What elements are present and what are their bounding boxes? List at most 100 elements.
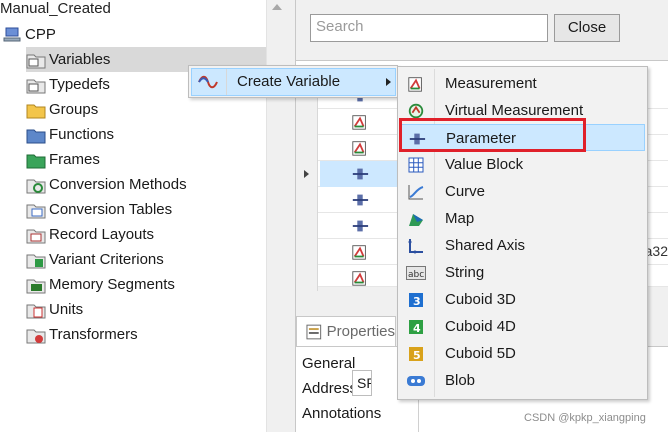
svg-text:4: 4 <box>413 322 421 335</box>
tree-item-variant-criterions[interactable]: Variant Criterions <box>26 247 164 272</box>
tree-item-label: Record Layouts <box>49 226 155 243</box>
row-selector[interactable] <box>296 187 318 213</box>
menu-item-label: Create Variable <box>237 73 341 90</box>
menu-item-label: Curve <box>445 183 486 200</box>
properties-item-general[interactable]: General <box>302 355 355 379</box>
functions-folder-icon <box>26 125 46 145</box>
tree-item-label: Conversion Methods <box>49 176 187 193</box>
menu-item-label: String <box>445 264 485 281</box>
tree-item-transformers[interactable]: Transformers <box>26 322 138 347</box>
menu-item-virtual-measurement[interactable]: Virtual Measurement <box>400 97 645 124</box>
typedefs-folder-icon <box>26 75 46 95</box>
create-variable-icon <box>198 75 218 89</box>
string-icon: abc <box>406 263 426 283</box>
measurement-icon <box>320 239 400 265</box>
menu-item-blob[interactable]: Blob <box>400 367 645 394</box>
row-selector[interactable] <box>296 265 318 291</box>
properties-item-annotations[interactable]: Annotations <box>302 405 381 429</box>
parameter-icon <box>320 213 400 239</box>
menu-item-shared-axis[interactable]: Shared Axis <box>400 232 645 259</box>
row-selector[interactable] <box>296 135 318 161</box>
tree-item-frames[interactable]: Frames <box>26 147 100 172</box>
units-icon <box>26 300 46 320</box>
close-button[interactable]: Close <box>554 14 620 42</box>
scroll-up-arrow-icon[interactable] <box>272 4 282 10</box>
row-selector[interactable] <box>296 239 318 265</box>
menu-item-map[interactable]: Map <box>400 205 645 232</box>
menu-item-label: Parameter <box>446 130 517 147</box>
transformers-icon <box>26 325 46 345</box>
menu-item-cuboid-4d[interactable]: 4 Cuboid 4D <box>400 313 645 340</box>
tree-item-label: Variables <box>49 51 111 68</box>
variables-folder-icon <box>26 50 46 70</box>
tree-item-cpp[interactable]: CPP <box>2 22 56 47</box>
menu-item-measurement[interactable]: Measurement <box>400 70 645 97</box>
tree-item-conversion-methods[interactable]: Conversion Methods <box>26 172 187 197</box>
create-variable-submenu: Measurement Virtual Measurement Paramete… <box>397 66 648 400</box>
memory-segments-icon <box>26 275 46 295</box>
virtual-measurement-icon <box>406 101 426 121</box>
menu-item-label: Blob <box>445 372 476 389</box>
record-layouts-icon <box>26 225 46 245</box>
property-value-field[interactable]: SP <box>352 370 372 396</box>
tree-item-typedefs[interactable]: Typedefs <box>26 72 110 97</box>
row-selector[interactable] <box>296 161 318 187</box>
value-block-icon <box>406 155 426 175</box>
parameter-icon <box>407 129 427 149</box>
context-menu: Create Variable <box>188 65 398 98</box>
watermark: CSDN @kpkp_xiangping <box>524 412 646 424</box>
parameter-icon <box>320 161 400 187</box>
tree-item-record-layouts[interactable]: Record Layouts <box>26 222 154 247</box>
tab-properties[interactable]: Properties <box>296 316 396 346</box>
menu-item-cuboid-5d[interactable]: 5 Cuboid 5D <box>400 340 645 367</box>
variant-criterions-icon <box>26 250 46 270</box>
tree-item-label: CPP <box>25 26 56 43</box>
project-icon <box>2 25 22 45</box>
tree-item-label: Groups <box>49 101 99 118</box>
properties-item-address[interactable]: Address <box>302 380 357 404</box>
cuboid-4d-icon: 4 <box>406 317 426 337</box>
tree-item-functions[interactable]: Functions <box>26 122 114 147</box>
frames-folder-icon <box>26 150 46 170</box>
menu-item-label: Cuboid 3D <box>445 291 516 308</box>
menu-gutter-separator <box>226 69 227 95</box>
measurement-icon <box>320 109 400 135</box>
menu-item-cuboid-3d[interactable]: 3 Cuboid 3D <box>400 286 645 313</box>
tree-item-units[interactable]: Units <box>26 297 83 322</box>
properties-icon <box>306 324 322 339</box>
blob-icon <box>406 371 426 391</box>
cuboid-5d-icon: 5 <box>406 344 426 364</box>
menu-item-value-block[interactable]: Value Block <box>400 151 645 178</box>
menu-item-label: Cuboid 4D <box>445 318 516 335</box>
svg-text:5: 5 <box>413 349 421 362</box>
current-row-arrow-icon <box>304 170 309 178</box>
measurement-icon <box>320 135 400 161</box>
tree-item-conversion-tables[interactable]: Conversion Tables <box>26 197 172 222</box>
tree-item-label: Units <box>49 301 84 318</box>
tab-properties-label: Properties <box>326 323 395 340</box>
submenu-arrow-icon <box>386 78 391 86</box>
svg-text:3: 3 <box>413 295 421 308</box>
menu-item-label: Value Block <box>445 156 524 173</box>
menu-item-label: Virtual Measurement <box>445 102 584 119</box>
tree-item-label: Memory Segments <box>49 276 175 293</box>
parameter-icon <box>320 187 400 213</box>
tree-item-groups[interactable]: Groups <box>26 97 98 122</box>
tree-item-label: Frames <box>49 151 100 168</box>
groups-folder-icon <box>26 100 46 120</box>
menu-item-label: Map <box>445 210 475 227</box>
map-icon <box>406 209 426 229</box>
menu-item-parameter[interactable]: Parameter <box>400 124 645 151</box>
shared-axis-icon <box>406 236 426 256</box>
menu-item-string[interactable]: abc String <box>400 259 645 286</box>
menu-item-curve[interactable]: Curve <box>400 178 645 205</box>
row-selector[interactable] <box>296 213 318 239</box>
measurement-icon <box>406 74 426 94</box>
tree-item-label: Functions <box>49 126 115 143</box>
row-selector[interactable] <box>296 109 318 135</box>
tree-item-memory-segments[interactable]: Memory Segments <box>26 272 175 297</box>
search-input[interactable]: Search <box>310 14 548 42</box>
tree-root-title: Manual_Created <box>0 0 111 17</box>
tree-item-label: Transformers <box>49 326 138 343</box>
tree-item-label: Conversion Tables <box>49 201 173 218</box>
